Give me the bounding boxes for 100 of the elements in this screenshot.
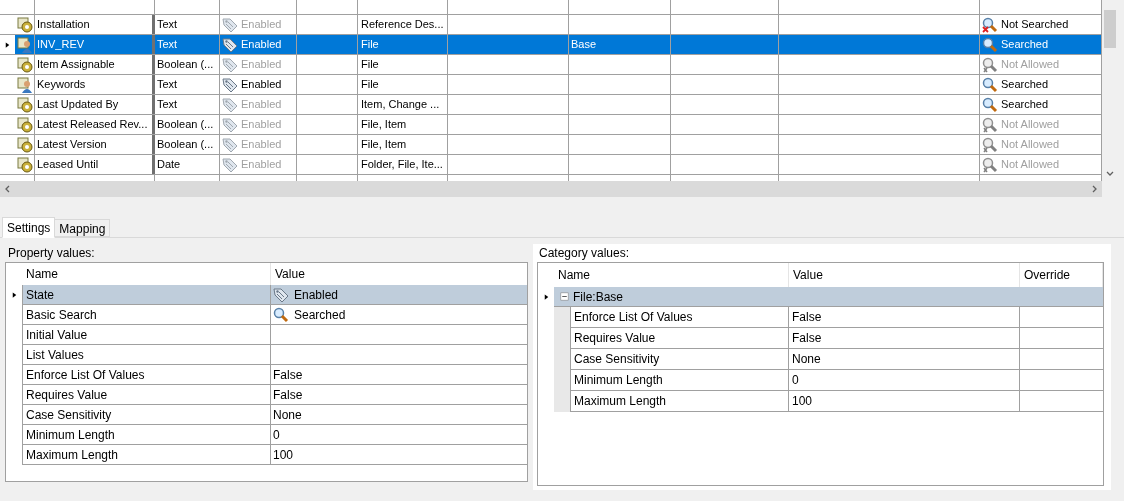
scroll-thumb[interactable] — [1104, 10, 1116, 48]
scroll-left-icon[interactable] — [4, 185, 10, 193]
tag-icon — [222, 16, 238, 33]
table-cell-text: Latest Version — [37, 137, 107, 153]
table-cell-text: Text — [157, 77, 178, 93]
person-icon — [16, 76, 33, 93]
column-header: Override — [1024, 267, 1070, 284]
table-cell-text: Not Allowed — [1001, 137, 1060, 153]
table-cell-text: Base — [571, 37, 597, 53]
table-cell-text: Text — [157, 17, 178, 33]
collapse-icon[interactable] — [560, 292, 569, 301]
table-cell-text: Minimum Length — [26, 426, 115, 444]
table-cell-text: File — [360, 37, 379, 53]
table-cell-text: None — [273, 406, 302, 424]
gear-icon — [16, 96, 33, 113]
tab[interactable]: Mapping — [55, 219, 111, 237]
table-cell-text: Enabled — [241, 57, 282, 73]
table-cell-text: Maximum Length — [574, 393, 667, 410]
table-cell-text: 0 — [792, 372, 799, 389]
scroll-down-icon[interactable] — [1106, 171, 1114, 177]
table-cell-text: Case Sensitivity — [574, 351, 660, 368]
table-cell-text: Item Assignable — [37, 57, 115, 73]
table-row[interactable]: Keywords Text Enabled File Searched — [15, 75, 1102, 94]
table-cell-text: Leased Until — [37, 157, 99, 173]
horizontal-scrollbar[interactable] — [0, 181, 1102, 197]
table-cell-text: Basic Search — [26, 306, 97, 324]
gear-icon — [16, 156, 33, 173]
table-cell-text: Not Allowed — [1001, 157, 1060, 173]
tag-icon — [222, 56, 238, 73]
scroll-right-icon[interactable] — [1092, 185, 1098, 193]
column-header: Name — [558, 267, 590, 284]
panel-label: Category values: — [538, 245, 631, 260]
table-cell-text: Not Allowed — [1001, 57, 1060, 73]
table-cell-text: 100 — [792, 393, 813, 410]
table-cell-text: Boolean (... — [157, 57, 214, 73]
gear-icon — [16, 16, 33, 33]
selected-row[interactable]: State Enabled — [22, 285, 527, 305]
table-cell-text: Enabled — [241, 37, 282, 53]
tag-icon — [222, 136, 238, 153]
table-row[interactable]: Minimum Length 0 — [22, 425, 527, 445]
table-row[interactable]: Leased Until Date Enabled Folder, File, Ite... Not Allowed — [15, 155, 1102, 174]
table-cell-text: Enabled — [241, 77, 282, 93]
row-pointer-icon — [542, 292, 550, 302]
tag-icon — [222, 36, 238, 53]
table-cell-text: False — [273, 386, 303, 404]
table-row[interactable]: Latest Released Rev... Boolean (... Enabled File, Item Not Allowed — [15, 115, 1102, 134]
table-row[interactable]: Maximum Length 100 — [22, 445, 527, 465]
table-cell-text: State — [26, 286, 55, 304]
table-cell-text: List Values — [26, 346, 84, 364]
table-cell-text: None — [792, 351, 821, 368]
table-cell-text: Enabled — [241, 117, 282, 133]
group-row[interactable]: File:Base — [554, 287, 1103, 307]
table-cell-text: Enforce List Of Values — [26, 366, 145, 384]
table-cell-text: Enabled — [294, 286, 339, 304]
table-row[interactable]: Initial Value — [22, 325, 527, 345]
table-cell-text: INV_REV — [37, 37, 85, 53]
panel-label: Property values: — [7, 245, 96, 260]
table-cell-text: Case Sensitivity — [26, 406, 112, 424]
table-cell-text: File, Item — [360, 137, 407, 153]
table-cell-text: Enabled — [241, 137, 282, 153]
tab[interactable]: Settings — [2, 217, 56, 238]
table-cell-text: Initial Value — [26, 326, 88, 344]
table-cell-text: Installation — [37, 17, 90, 33]
table-row[interactable]: Requires Value False — [22, 385, 527, 405]
table-cell-text: Item, Change ... — [360, 97, 440, 113]
person-icon — [16, 36, 33, 53]
table-row[interactable]: Basic Search Searched — [22, 305, 527, 325]
table-row[interactable]: Latest Version Boolean (... Enabled File, Item Not Allowed — [15, 135, 1102, 154]
tag-icon — [222, 156, 238, 173]
table-cell-text: Enabled — [241, 97, 282, 113]
table-cell-text: 100 — [273, 446, 294, 464]
table-row[interactable]: Installation Text Enabled Reference Des... Not Searched — [15, 15, 1102, 34]
table-cell-text: False — [792, 309, 822, 326]
table-row[interactable]: Item Assignable Boolean (... Enabled File Not Allowed — [15, 55, 1102, 74]
table-cell-text: Maximum Length — [26, 446, 119, 464]
gear-icon — [16, 136, 33, 153]
column-header: Name — [26, 266, 58, 283]
table-cell-text: Requires Value — [574, 330, 656, 347]
tag-icon — [222, 76, 238, 93]
column-header: Value — [793, 267, 823, 284]
table-cell-text: Enforce List Of Values — [574, 309, 693, 326]
table-cell-text: Enabled — [241, 157, 282, 173]
selected-row[interactable]: INV_REV Text Enabled File Base Searched — [15, 35, 1102, 54]
row-indent — [554, 307, 570, 328]
table-cell-text: Enabled — [241, 17, 282, 33]
table-cell-text: False — [792, 330, 822, 347]
table-row[interactable]: Case Sensitivity None — [22, 405, 527, 425]
table-cell-text: File — [360, 57, 379, 73]
table-cell-text: Requires Value — [26, 386, 108, 404]
table-row[interactable]: Enforce List Of Values False — [22, 365, 527, 385]
table-cell-text: Folder, File, Ite... — [360, 157, 443, 173]
table-cell-text: Not Searched — [1001, 17, 1069, 33]
table-row[interactable]: List Values — [22, 345, 527, 365]
group-title: File:Base — [573, 288, 624, 306]
table-cell-text: Searched — [1001, 37, 1049, 53]
table-row[interactable]: Last Updated By Text Enabled Item, Change ... Searched — [15, 95, 1102, 114]
row-indent — [554, 391, 570, 412]
gear-icon — [16, 116, 33, 133]
table-cell-text: Reference Des... — [360, 17, 444, 33]
table-cell-text: Keywords — [37, 77, 86, 93]
